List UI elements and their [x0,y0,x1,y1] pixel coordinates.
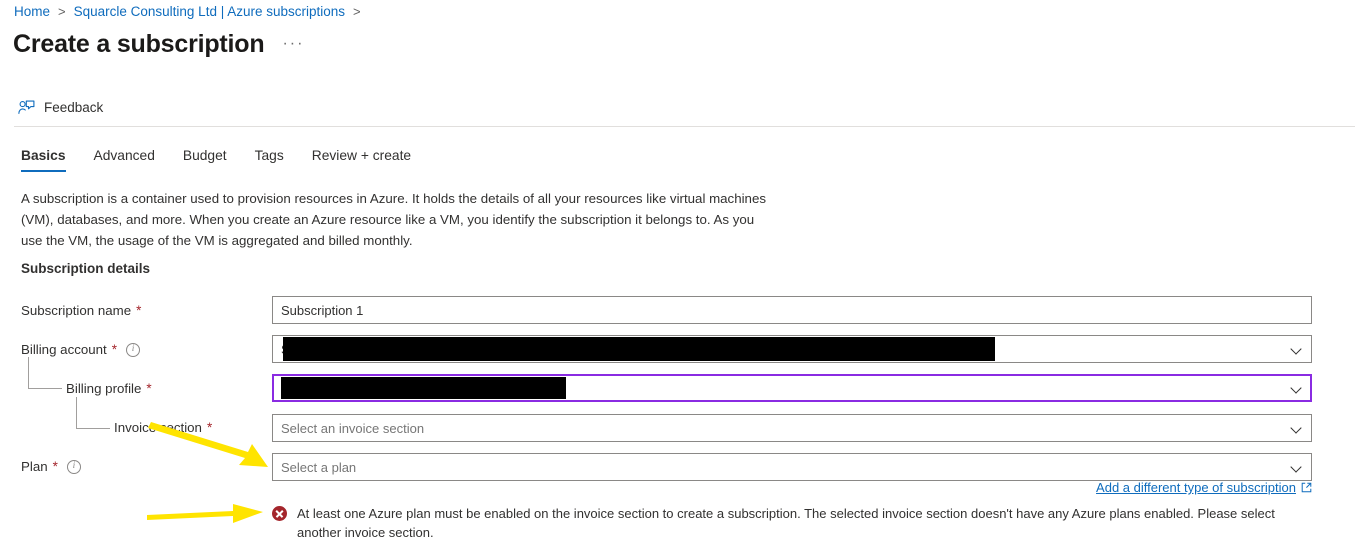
tree-connector-horizontal-2 [76,428,110,429]
invoice-section-placeholder: Select an invoice section [281,420,425,436]
label-billing-profile: Billing profile * [66,380,152,396]
person-feedback-icon [18,100,35,115]
plan-dropdown[interactable]: Select a plan [272,453,1312,481]
feedback-button[interactable]: Feedback [18,100,103,115]
tree-connector-vertical-2 [76,397,77,429]
chevron-down-icon [1291,382,1303,394]
title-row: Create a subscription ··· [13,29,304,59]
external-link-icon [1301,482,1312,493]
error-message-container: At least one Azure plan must be enabled … [272,504,1282,542]
create-subscription-page: Home > Squarcle Consulting Ltd | Azure s… [0,0,1355,550]
label-invoice-section: Invoice section * [114,419,213,435]
redaction-bar-billing-account [283,337,995,361]
page-description: A subscription is a container used to pr… [21,191,766,248]
chevron-down-icon [1291,343,1303,355]
required-marker: * [146,380,152,396]
section-title-subscription-details: Subscription details [21,261,151,276]
billing-profile-dropdown[interactable] [272,374,1312,402]
tree-connector-horizontal-1 [28,388,62,389]
add-different-subscription-type-label: Add a different type of subscription [1096,480,1296,495]
required-marker: * [111,341,118,357]
tab-review-create[interactable]: Review + create [298,148,425,172]
breadcrumb: Home > Squarcle Consulting Ltd | Azure s… [14,3,361,21]
breadcrumb-separator-icon-2: > [353,4,361,19]
plan-placeholder: Select a plan [281,459,357,475]
billing-account-dropdown[interactable]: S [272,335,1312,363]
arrow-pointing-to-error-message [147,504,263,523]
feedback-label: Feedback [44,99,104,115]
required-marker: * [136,302,142,318]
label-plan: Plan * i [21,459,81,474]
required-marker: * [52,458,58,474]
breadcrumb-separator-icon: > [58,4,66,19]
error-circle-x-icon [272,506,287,521]
command-bar-divider [14,126,1355,127]
label-billing-account: Billing account * i [21,341,141,357]
command-bar: Feedback [0,88,1355,126]
tab-advanced[interactable]: Advanced [80,148,169,172]
breadcrumb-item-home[interactable]: Home [14,3,50,21]
chevron-down-icon [1291,461,1303,473]
tree-connector-vertical-1 [28,357,29,389]
page-title: Create a subscription [13,30,265,58]
more-options-icon[interactable]: ··· [282,36,304,52]
tab-basics[interactable]: Basics [18,148,80,172]
subscription-name-input[interactable]: Subscription 1 [272,296,1312,324]
tab-budget[interactable]: Budget [169,148,241,172]
tab-bar: Basics Advanced Budget Tags Review + cre… [18,148,425,172]
chevron-down-icon [1291,422,1303,434]
add-different-subscription-type-link[interactable]: Add a different type of subscription [1096,480,1312,495]
tab-tags[interactable]: Tags [241,148,298,172]
billing-account-value: S [281,341,290,357]
info-icon-plan[interactable]: i [66,459,81,474]
required-marker: * [206,419,213,435]
error-message-text: At least one Azure plan must be enabled … [297,506,1275,540]
redaction-bar-billing-profile [281,377,566,399]
info-icon-billing-account[interactable]: i [126,342,141,357]
label-subscription-name: Subscription name * [21,302,142,318]
subscription-name-value: Subscription 1 [281,302,364,318]
invoice-section-dropdown[interactable]: Select an invoice section [272,414,1312,442]
breadcrumb-item-azure-subscriptions[interactable]: Squarcle Consulting Ltd | Azure subscrip… [74,3,345,21]
